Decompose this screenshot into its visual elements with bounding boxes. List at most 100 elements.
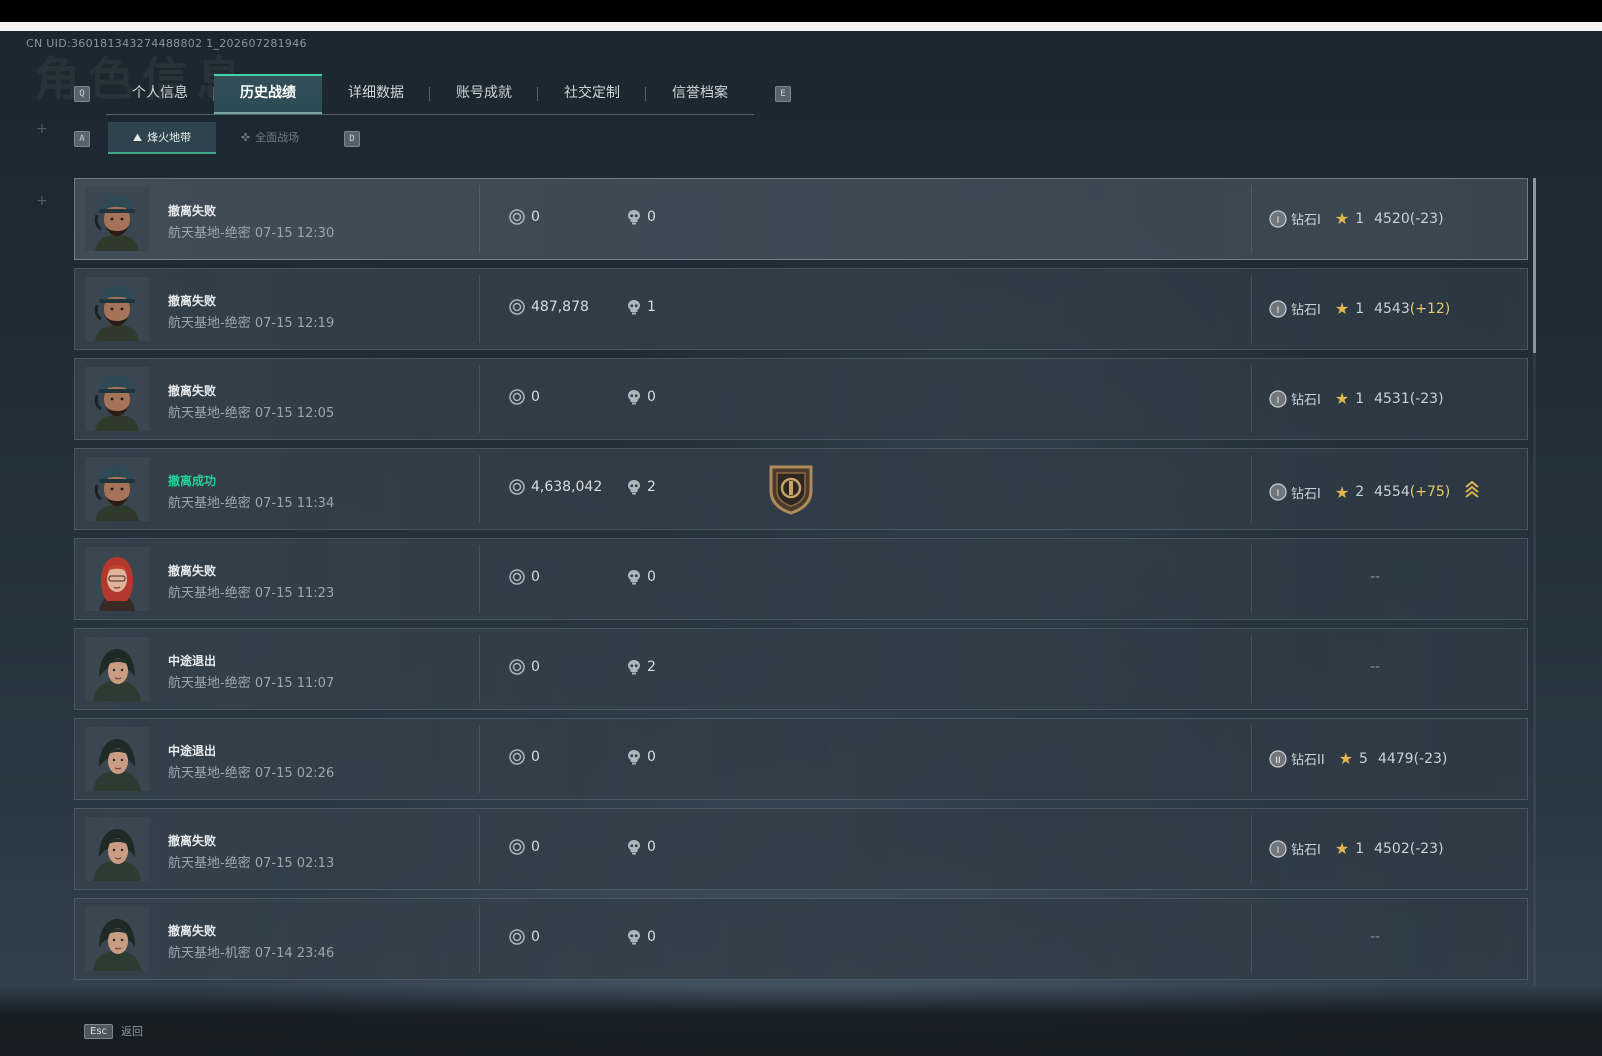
match-row[interactable]: 撤离失败 航天基地-机密 07-14 23:46 0 0 -- [74,898,1528,980]
match-row[interactable]: 撤离失败 航天基地-绝密 07-15 12:05 0 0 I 钻石I ★ 1 4531(… [74,358,1528,440]
top-white-line [0,22,1602,31]
coin-icon [509,299,525,315]
match-time: 07-15 12:05 [254,406,335,421]
star-icon: ★ [1334,209,1350,228]
rank-score: 4531 [1374,390,1410,407]
match-time: 07-14 23:46 [254,946,335,961]
male-operator-avatar [85,277,149,341]
tab-label: 社交定制 [564,85,620,101]
tab-label: 账号成就 [456,85,512,101]
match-result: 中途退出 [168,744,217,758]
map-name: 航天基地-绝密 [168,406,251,421]
back-button[interactable]: Esc 返回 [84,1023,143,1039]
divider [1251,545,1252,613]
tab-next-key[interactable]: E [775,86,791,102]
divider [1251,275,1252,343]
match-time: 07-15 02:13 [254,856,335,871]
star-count: 1 [1355,300,1365,317]
score-delta: (+12) [1409,300,1451,317]
skull-icon [628,390,640,405]
svg-text:I: I [1277,846,1280,856]
skull-icon [628,210,640,225]
tier-name: 钻石I [1291,843,1321,858]
coin-icon [509,929,525,945]
map-name: 航天基地-绝密 [168,496,251,511]
tab-social[interactable]: 社交定制 [538,74,646,113]
skull-icon [628,480,640,495]
diamond-tier-icon: II [1269,749,1287,768]
star-icon: ★ [1338,749,1354,768]
divider [1251,635,1252,703]
subtab-prev-key[interactable]: A [74,131,90,147]
rank-info: I 钻石I ★ 1 4531 (-23) [1269,389,1444,408]
rank-info: I 钻石I ★ 1 4543 (+12) [1269,299,1450,318]
subtab-label: 烽火地带 [147,131,192,144]
tab-detailed-data[interactable]: 详细数据 [322,74,430,113]
coin-value: 4,638,042 [509,479,602,495]
skull-icon [628,930,640,945]
tab-personal-info[interactable]: 个人信息 [106,74,214,113]
match-badge [767,463,815,519]
subtab-next-key[interactable]: D [344,131,360,147]
diamond-tier-icon: I [1269,839,1287,858]
kill-count: 1 [627,299,656,315]
match-row[interactable]: 撤离失败 航天基地-绝密 07-15 12:30 0 0 I 钻石I ★ 1 4520(… [74,178,1528,260]
divider [479,635,480,703]
match-history-list: 撤离失败 航天基地-绝密 07-15 12:30 0 0 I 钻石I ★ 1 4520(… [74,178,1528,988]
record-screen: 角色信息 CN UID:360181343274488802 1_2026072… [0,31,1602,1056]
hooded-operator-avatar [85,907,149,971]
match-row[interactable]: 中途退出 航天基地-绝密 07-15 11:07 0 2 -- [74,628,1528,710]
kill-count: 0 [627,929,656,945]
main-tabs: 个人信息 历史战绩 详细数据 账号成就 社交定制 信誉档案 [106,74,754,115]
match-map-time: 航天基地-绝密 07-15 12:30 [168,222,334,241]
subtab-warfare[interactable]: ✜ 全面战场 [216,122,324,154]
tab-reputation[interactable]: 信誉档案 [646,74,754,113]
rank-score: 4543 [1374,300,1410,317]
hooded-operator-avatar [85,727,149,791]
match-row[interactable]: 撤离成功 航天基地-绝密 07-15 11:34 4,638,042 2 I 钻石… [74,448,1528,530]
match-row[interactable]: 撤离失败 航天基地-绝密 07-15 11:23 0 0 -- [74,538,1528,620]
plus-deco-icon: + [36,121,48,137]
map-name: 航天基地-绝密 [168,586,251,601]
divider [1251,905,1252,973]
match-map-time: 航天基地-绝密 07-15 02:13 [168,852,334,871]
rank-info: II 钻石II ★ 5 4479 (-23) [1269,749,1447,768]
tier-name: 钻石I [1291,486,1321,502]
divider [1251,455,1252,523]
plus-deco-icon: + [36,193,48,209]
star-count: 5 [1359,750,1368,767]
skull-icon [628,300,640,315]
skull-icon [628,570,640,585]
match-row[interactable]: 撤离失败 航天基地-绝密 07-15 12:19 487,878 1 I 钻石I ★… [74,268,1528,350]
red-hair-operator-avatar [85,547,149,611]
tab-label: 信誉档案 [672,85,728,101]
match-map-time: 航天基地-绝密 07-15 11:07 [168,672,334,691]
tier-name: 钻石I [1291,393,1321,408]
match-row[interactable]: 中途退出 航天基地-绝密 07-15 02:26 0 0 II 钻石II ★ 5 447… [74,718,1528,800]
tab-label: 详细数据 [348,85,404,101]
match-map-time: 航天基地-机密 07-14 23:46 [168,942,334,961]
map-name: 航天基地-绝密 [168,766,251,781]
score-delta: (-23) [1409,210,1444,227]
divider [479,275,480,343]
svg-text:II: II [1275,756,1280,766]
no-rank-placeholder: -- [1370,929,1381,945]
tab-prev-key[interactable]: Q [74,86,90,102]
match-row[interactable]: 撤离失败 航天基地-绝密 07-15 02:13 0 0 I 钻石I ★ 1 4502(… [74,808,1528,890]
divider [479,185,480,253]
skull-icon [628,840,640,855]
match-time: 07-15 02:26 [254,766,335,781]
tab-match-history[interactable]: 历史战绩 [214,74,322,114]
divider [1251,365,1252,433]
star-icon: ★ [1334,299,1350,318]
rank-info: I 钻石I ★ 1 4502 (-23) [1269,839,1444,858]
shield-badge-icon [769,465,813,515]
tab-achievements[interactable]: 账号成就 [430,74,538,113]
diamond-tier-icon: I [1269,299,1287,318]
svg-text:I: I [1277,489,1280,499]
divider [479,815,480,883]
match-result: 撤离成功 [168,474,217,488]
scrollbar-thumb[interactable] [1533,178,1536,353]
subtab-operations[interactable]: ⛰ 烽火地带 [108,122,216,154]
score-delta: (+75) [1409,484,1451,500]
